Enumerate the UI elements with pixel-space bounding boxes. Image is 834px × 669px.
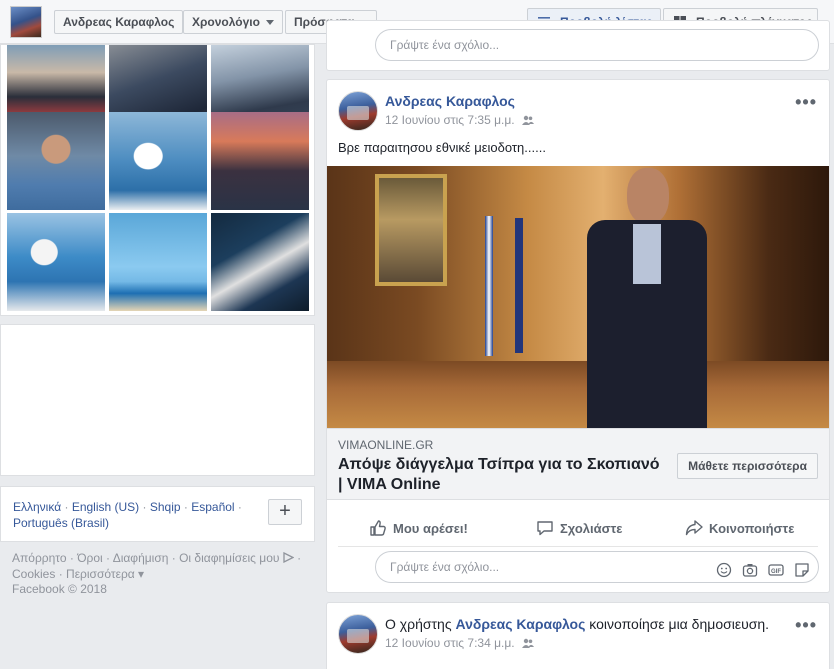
footer-link[interactable]: Οι διαφημίσεις μου	[179, 551, 279, 565]
link-preview-image[interactable]	[327, 166, 829, 428]
timeline-dropdown[interactable]: Χρονολόγιο	[183, 10, 283, 34]
photo-thumbnail[interactable]	[7, 112, 105, 210]
friends-audience-icon[interactable]	[521, 115, 534, 125]
post-actions: Μου αρέσει! Σχολιάστε Κοινοποιήστε	[338, 507, 818, 547]
footer-link[interactable]: Διαφήμιση	[113, 551, 169, 565]
share-icon	[685, 520, 703, 536]
author-name-link[interactable]: Ανδρεας Καραφλος	[455, 616, 585, 632]
post-timestamp[interactable]: 12 Ιουνίου στις 7:35 μ.μ.	[385, 113, 515, 127]
footer-link[interactable]: Όροι	[77, 551, 102, 565]
learn-more-button[interactable]: Μάθετε περισσότερα	[677, 453, 818, 479]
share-button[interactable]: Κοινοποιήστε	[685, 519, 794, 537]
profile-avatar[interactable]	[10, 6, 42, 38]
link-title: Απόψε διάγγελμα Τσίπρα για το Σκοπιανό |…	[338, 456, 660, 493]
gif-icon[interactable]: GIF	[768, 559, 784, 576]
language-link[interactable]: English (US)	[72, 500, 139, 514]
empty-widget-card	[0, 324, 315, 476]
timeline-label: Χρονολόγιο	[192, 15, 260, 29]
painting	[375, 174, 447, 286]
post-card: Ο χρήστης Ανδρεας Καραφλος κοινοποίησε μ…	[326, 602, 830, 669]
thumbs-up-icon	[370, 520, 386, 536]
eu-flag	[515, 218, 523, 353]
language-link[interactable]: Shqip	[150, 500, 181, 514]
share-headline: Ο χρήστης Ανδρεας Καραφλος κοινοποίησε μ…	[385, 616, 769, 632]
post-card: Ανδρεας Καραφλος 12 Ιουνίου στις 7:35 μ.…	[326, 79, 830, 593]
share-prefix: Ο χρήστης	[385, 616, 452, 632]
share-label: Κοινοποιήστε	[709, 520, 795, 536]
greek-flag	[485, 216, 493, 356]
footer-link[interactable]: Απόρρητο	[12, 551, 67, 565]
post-options-icon[interactable]: •••	[795, 615, 817, 636]
add-language-button[interactable]: +	[268, 499, 302, 525]
comment-placeholder: Γράψτε ένα σχόλιο...	[390, 560, 500, 574]
link-caption[interactable]: VIMAONLINE.GR Απόψε διάγγελμα Τσίπρα για…	[327, 428, 829, 500]
comment-input[interactable]: Γράψτε ένα σχόλιο...	[375, 29, 819, 61]
photo-thumbnail[interactable]	[109, 112, 207, 210]
previous-post-card: Γράψτε ένα σχόλιο...	[326, 20, 830, 71]
photo-thumbnail[interactable]	[7, 213, 105, 311]
profile-name-button[interactable]: Ανδρεας Καραφλος	[54, 10, 184, 34]
sticker-icon[interactable]	[794, 559, 810, 577]
author-name-link[interactable]: Ανδρεας Καραφλος	[385, 93, 515, 109]
photo-thumbnail[interactable]	[109, 213, 207, 311]
language-selector: Ελληνικά · English (US) · Shqip · Españo…	[0, 486, 315, 542]
comment-button[interactable]: Σχολιάστε	[536, 519, 622, 537]
footer-link[interactable]: Cookies	[12, 567, 55, 581]
person-figure	[577, 168, 717, 428]
post-options-icon[interactable]: •••	[795, 92, 817, 113]
language-link[interactable]: Ελληνικά	[13, 500, 61, 514]
post-text: Βρε παραιτησου εθνικέ μειοδοτη......	[338, 140, 546, 155]
comment-icon	[537, 521, 553, 536]
emoji-icon[interactable]	[716, 559, 732, 578]
friends-audience-icon[interactable]	[521, 638, 534, 648]
post-timestamp[interactable]: 12 Ιουνίου στις 7:34 μ.μ.	[385, 636, 515, 650]
language-link[interactable]: Español	[191, 500, 234, 514]
svg-text:GIF: GIF	[771, 569, 781, 575]
comment-label: Σχολιάστε	[560, 520, 623, 536]
share-suffix: κοινοποίησε μια δημοσιευση.	[589, 616, 770, 632]
camera-icon[interactable]	[742, 559, 758, 577]
photo-thumbnail[interactable]	[211, 213, 309, 311]
link-domain: VIMAONLINE.GR	[338, 438, 434, 452]
comment-placeholder: Γράψτε ένα σχόλιο...	[390, 38, 500, 52]
like-label: Μου αρέσει!	[393, 520, 468, 536]
language-link[interactable]: Português (Brasil)	[13, 516, 109, 530]
page-footer: Απόρρητο · Όροι · Διαφήμιση · Οι διαφημί…	[12, 551, 302, 596]
comment-tools: GIF	[716, 559, 810, 578]
photo-thumbnail[interactable]	[211, 112, 309, 210]
photos-grid	[0, 44, 315, 316]
comment-input[interactable]: Γράψτε ένα σχόλιο... GIF	[375, 551, 819, 583]
author-avatar[interactable]	[338, 614, 378, 654]
copyright: Facebook © 2018	[12, 582, 107, 596]
like-button[interactable]: Μου αρέσει!	[369, 519, 468, 537]
chevron-down-icon	[265, 20, 274, 26]
footer-link[interactable]: Περισσότερα	[66, 567, 135, 581]
adchoices-icon	[283, 551, 295, 564]
profile-name-label: Ανδρεας Καραφλος	[63, 15, 175, 29]
commenter-avatar	[338, 558, 368, 588]
author-avatar[interactable]	[338, 91, 378, 131]
